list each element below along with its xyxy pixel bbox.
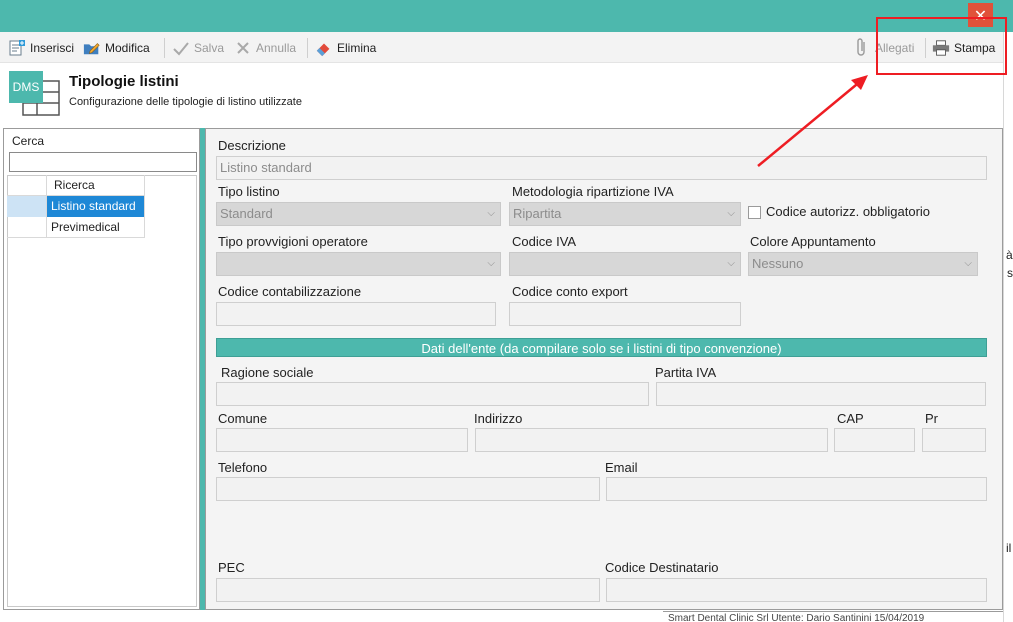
edge-text-a: à [1006, 248, 1013, 262]
partita-iva-label: Partita IVA [655, 365, 717, 380]
list-item[interactable]: Listino standard [47, 196, 145, 217]
add-document-icon [8, 39, 26, 57]
logo-text: DMS [9, 71, 43, 103]
toolbar-separator [307, 38, 308, 58]
tipo-listino-select[interactable]: Standard ⌵ [216, 202, 501, 226]
colore-select[interactable]: Nessuno ⌵ [748, 252, 978, 276]
indirizzo-label: Indirizzo [474, 411, 523, 426]
codice-export-label: Codice conto export [512, 284, 628, 299]
edit-folder-icon [83, 39, 101, 57]
edit-button[interactable]: Modifica [83, 38, 150, 58]
metodologia-label: Metodologia ripartizione IVA [512, 184, 674, 199]
search-panel: Cerca Ricerca Listino standard Previmedi… [3, 128, 200, 610]
cancel-x-icon [234, 39, 252, 57]
pec-label: PEC [218, 560, 245, 575]
cap-field[interactable] [834, 428, 915, 452]
right-edge-panel: à s il [1003, 32, 1013, 622]
codice-autorizz-checkbox[interactable] [748, 206, 761, 219]
annotation-arrow-icon [757, 75, 868, 167]
codice-dest-label: Codice Destinatario [605, 560, 719, 575]
save-label: Salva [194, 41, 225, 55]
codice-contab-field[interactable] [216, 302, 496, 326]
partita-iva-field[interactable] [656, 382, 986, 406]
delete-label: Elimina [337, 41, 377, 55]
pec-field[interactable] [216, 578, 600, 602]
paperclip-icon [853, 38, 871, 57]
metodologia-value: Ripartita [513, 206, 562, 221]
cap-label: CAP [837, 411, 864, 426]
tipo-provvigioni-select[interactable]: ⌵ [216, 252, 501, 276]
indirizzo-field[interactable] [475, 428, 828, 452]
ragione-sociale-field[interactable] [216, 382, 649, 406]
row-selector[interactable] [7, 196, 47, 217]
email-label: Email [605, 460, 638, 475]
codice-iva-select[interactable]: ⌵ [509, 252, 741, 276]
tipo-listino-label: Tipo listino [218, 184, 280, 199]
results-grid [7, 175, 197, 607]
table-row[interactable]: Previmedical [7, 217, 145, 238]
results-grid-rows: Ricerca Listino standard Previmedical [7, 175, 145, 238]
status-bar: Smart Dental Clinic Srl Utente: Dario Sa… [663, 611, 1003, 622]
descrizione-label: Descrizione [218, 138, 286, 153]
insert-button[interactable]: Inserisci [8, 38, 74, 58]
metodologia-select[interactable]: Ripartita ⌵ [509, 202, 741, 226]
search-label: Cerca [12, 134, 45, 148]
chevron-down-icon: ⌵ [964, 258, 972, 269]
toolbar-separator [164, 38, 165, 58]
cancel-label: Annulla [256, 41, 297, 55]
insert-label: Inserisci [30, 41, 75, 55]
chevron-down-icon: ⌵ [487, 208, 495, 219]
annotation-highlight-box [876, 17, 1007, 75]
search-input[interactable] [9, 152, 197, 172]
ragione-sociale-label: Ragione sociale [221, 365, 314, 380]
comune-field[interactable] [216, 428, 468, 452]
pr-field[interactable] [922, 428, 986, 452]
delete-button[interactable]: Elimina [315, 38, 376, 58]
column-header-ricerca[interactable]: Ricerca [47, 175, 145, 196]
edge-text-s: s [1007, 266, 1013, 280]
page-title: Tipologie listini [69, 73, 179, 90]
codice-dest-field[interactable] [606, 578, 987, 602]
list-item[interactable]: Previmedical [47, 217, 145, 238]
eraser-icon [315, 39, 333, 57]
codice-contab-label: Codice contabilizzazione [218, 284, 362, 299]
codice-autorizz-label: Codice autorizz. obbligatorio [766, 204, 931, 219]
table-row[interactable]: Listino standard [7, 196, 145, 217]
toolbar: Inserisci Modifica Salva Annulla Elimina… [0, 32, 1003, 63]
telefono-field[interactable] [216, 477, 600, 501]
chevron-down-icon: ⌵ [727, 208, 735, 219]
window-titlebar: ✕ [0, 0, 1013, 32]
edge-text-il: il [1006, 541, 1012, 555]
email-field[interactable] [606, 477, 987, 501]
tipo-listino-value: Standard [220, 206, 273, 221]
tipo-provvigioni-label: Tipo provvigioni operatore [218, 234, 368, 249]
row-selector[interactable] [7, 217, 47, 238]
chevron-down-icon: ⌵ [727, 258, 735, 269]
grid-header-row: Ricerca [7, 175, 145, 196]
chevron-down-icon: ⌵ [487, 258, 495, 269]
colore-label: Colore Appuntamento [750, 234, 876, 249]
telefono-label: Telefono [218, 460, 268, 475]
comune-label: Comune [218, 411, 268, 426]
save-button[interactable]: Salva [172, 38, 224, 58]
detail-form: Descrizione Listino standard Tipo listin… [205, 128, 1003, 610]
codice-iva-label: Codice IVA [512, 234, 577, 249]
colore-value: Nessuno [752, 256, 804, 271]
edit-label: Modifica [105, 41, 150, 55]
checkmark-icon [172, 39, 190, 57]
page-subtitle: Configurazione delle tipologie di listin… [69, 96, 302, 108]
codice-export-field[interactable] [509, 302, 741, 326]
dms-logo: DMS [9, 71, 61, 117]
section-title: Dati dell'ente (da compilare solo se i l… [216, 338, 987, 357]
cancel-button[interactable]: Annulla [234, 38, 296, 58]
row-selector-header [7, 175, 47, 196]
pr-label: Pr [925, 411, 938, 426]
